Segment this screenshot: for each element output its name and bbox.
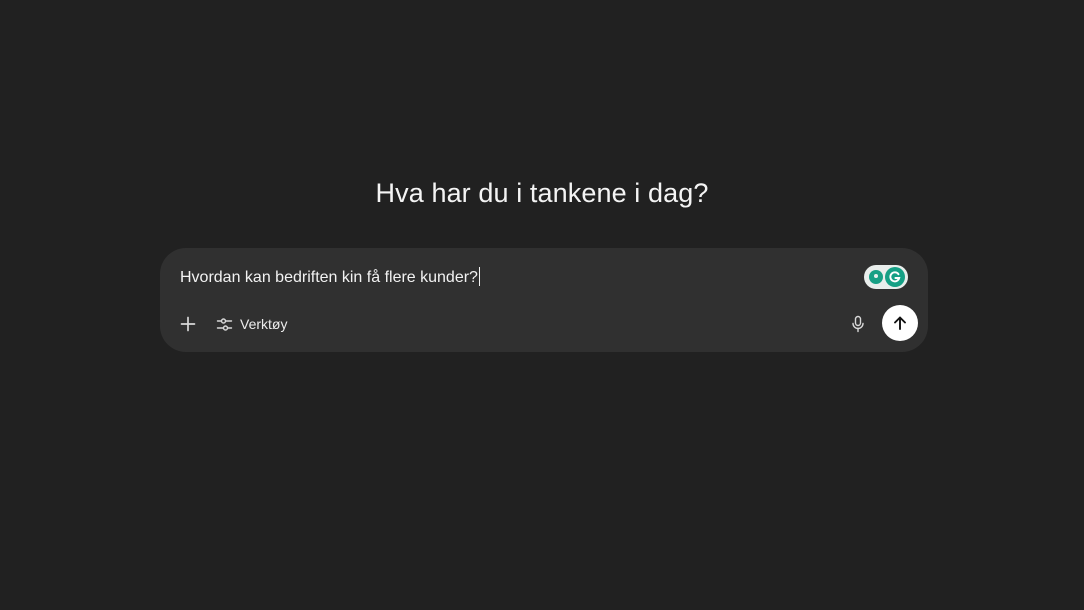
tools-button[interactable]: Verktøy (210, 310, 293, 338)
prompt-composer: Hvordan kan bedriften kin få flere kunde… (160, 248, 928, 352)
sliders-icon (216, 317, 233, 331)
tools-label: Verktøy (240, 316, 288, 332)
page-title: Hva har du i tankene i dag? (375, 178, 709, 208)
arrow-up-icon (894, 316, 906, 330)
dictate-button[interactable] (844, 310, 872, 338)
grammarly-widget[interactable] (864, 265, 908, 289)
microphone-icon (852, 315, 864, 333)
prompt-input[interactable]: Hvordan kan bedriften kin få flere kunde… (180, 267, 480, 287)
text-caret (478, 267, 480, 286)
prompt-input-text: Hvordan kan bedriften kin få flere kunde… (180, 269, 478, 286)
suggestion-bulb-icon (869, 270, 883, 284)
plus-icon (180, 316, 196, 332)
send-button[interactable] (882, 305, 918, 341)
add-attachment-button[interactable] (174, 310, 202, 338)
grammarly-icon (885, 267, 905, 287)
